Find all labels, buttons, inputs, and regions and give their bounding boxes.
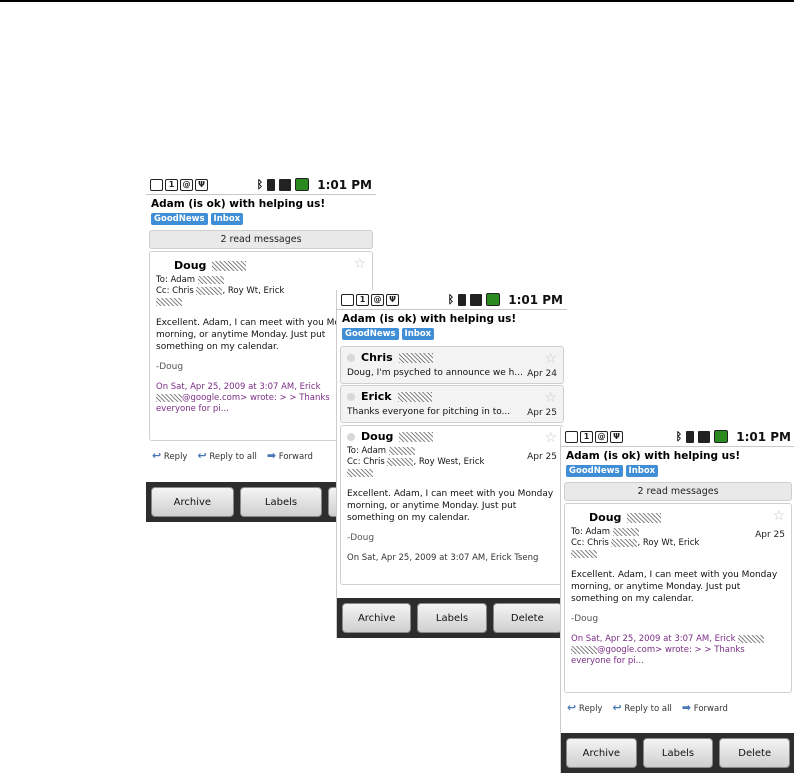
star-icon[interactable]: ☆ [544,390,557,406]
collapsed-message-chris[interactable]: Chris ☆ Doug, I'm psyched to announce we… [340,346,564,384]
voicemail-icon: @ [371,293,384,306]
archive-button[interactable]: Archive [342,603,412,633]
message-body: Excellent. Adam, I can meet with you Mon… [571,570,778,604]
vibrate-icon [267,178,276,191]
signal-icon [279,178,292,191]
battery-icon [295,178,310,191]
quoted-text[interactable]: On Sat, Apr 25, 2009 at 3:07 AM, Erick @… [571,634,785,667]
label-goodnews[interactable]: GoodNews [151,213,208,225]
one-icon: 1 [165,178,178,191]
voicemail-icon: @ [180,178,193,191]
delete-button[interactable]: Delete [492,603,562,633]
reply-actions: ↩ Reply ↩ Reply to all ➡ Forward [561,693,794,718]
delete-button[interactable]: Delete [719,738,791,768]
message-body: Excellent. Adam, I can meet with you Mon… [347,489,554,523]
forward-icon: ➡ [266,449,277,462]
label-inbox[interactable]: Inbox [401,328,435,340]
label-inbox[interactable]: Inbox [625,465,659,477]
thread-labels: GoodNews Inbox [146,210,376,230]
status-bar: 1 @ Ψ ᛒ 1:01 PM [337,290,567,310]
clock: 1:01 PM [317,177,372,192]
message-card[interactable]: Doug ☆ Apr 25 To: Adam Cc: Chris , Roy W… [564,503,792,693]
message-date: Apr 25 [527,452,557,462]
read-messages-button[interactable]: 2 read messages [564,482,792,501]
label-goodnews[interactable]: GoodNews [342,328,399,340]
thread-subject: Adam (is ok) with helping us! [151,198,326,210]
star-icon[interactable]: ☆ [544,430,557,446]
forward-button[interactable]: ➡ Forward [682,701,728,714]
recipients: To: Adam Cc: Chris , Roy Wt, Erick [571,527,785,560]
voicemail-icon: @ [595,430,608,443]
sim-icon [341,293,354,306]
reply-button[interactable]: ↩ Reply [152,449,187,462]
one-icon: 1 [580,430,593,443]
label-goodnews[interactable]: GoodNews [566,465,623,477]
thread-labels: GoodNews Inbox [337,325,567,345]
message-date: Apr 25 [755,530,785,540]
phone-screen-3: 1 @ Ψ ᛒ 1:01 PM Adam (is ok) with helpin… [560,427,794,773]
recipients: To: Adam Cc: Chris , Roy West, Erick [347,446,557,479]
labels-button[interactable]: Labels [239,487,323,517]
collapsed-message-erick[interactable]: Erick ☆ Thanks everyone for pitching in … [340,385,564,423]
status-bar: 1 @ Ψ ᛒ 1:01 PM [146,175,376,195]
clock: 1:01 PM [736,429,791,444]
usb-icon: Ψ [386,293,399,306]
reply-icon: ↩ [567,701,577,714]
bottom-button-bar: Archive Labels Delete [337,598,567,638]
signature: -Doug [156,362,184,372]
thread-subject: Adam (is ok) with helping us! [342,313,517,325]
one-icon: 1 [356,293,369,306]
recipients: To: Adam Cc: Chris , Roy Wt, Erick [156,275,366,308]
thread-labels: GoodNews Inbox [561,462,794,482]
labels-button[interactable]: Labels [417,603,487,633]
quoted-text-partial[interactable]: On Sat, Apr 25, 2009 at 3:07 AM, Erick T… [347,553,557,564]
label-inbox[interactable]: Inbox [210,213,244,225]
bluetooth-icon: ᛒ [675,430,683,443]
star-icon[interactable]: ☆ [772,508,785,524]
forward-icon: ➡ [681,701,692,714]
signal-icon [470,293,483,306]
battery-icon [714,430,729,443]
star-icon[interactable]: ☆ [353,256,366,272]
unread-dot-icon [347,353,355,362]
unread-dot-icon [347,392,355,401]
reply-button[interactable]: ↩ Reply [567,701,602,714]
read-messages-button[interactable]: 2 read messages [149,230,373,249]
forward-button[interactable]: ➡ Forward [267,449,313,462]
thread-subject: Adam (is ok) with helping us! [566,450,741,462]
usb-icon: Ψ [195,178,208,191]
sim-icon [565,430,578,443]
reply-all-button[interactable]: ↩ Reply to all [197,449,256,462]
bottom-button-bar: Archive Labels Delete [561,733,794,773]
clock: 1:01 PM [508,292,563,307]
message-body: Excellent. Adam, I can meet with you Mon… [156,318,363,352]
vibrate-icon [686,430,695,443]
star-icon[interactable]: ☆ [544,351,557,367]
bluetooth-icon: ᛒ [447,293,455,306]
vibrate-icon [458,293,467,306]
unread-dot-icon [347,432,355,441]
signal-icon [698,430,711,443]
quoted-text[interactable]: On Sat, Apr 25, 2009 at 3:07 AM, Erick @… [156,382,366,415]
signature: -Doug [347,533,375,543]
reply-all-icon: ↩ [197,449,207,462]
phone-screen-2: 1 @ Ψ ᛒ 1:01 PM Adam (is ok) with helpin… [336,290,567,638]
battery-icon [486,293,501,306]
message-card[interactable]: Doug ☆ Apr 25 To: Adam Cc: Chris , Roy W… [340,425,564,585]
top-rule [0,0,794,2]
reply-icon: ↩ [152,449,162,462]
redacted-name [212,260,247,271]
labels-button[interactable]: Labels [642,738,714,768]
archive-button[interactable]: Archive [566,738,637,768]
signature: -Doug [571,614,599,624]
sim-icon [150,178,163,191]
reply-all-button[interactable]: ↩ Reply to all [612,701,671,714]
sender-name: Doug [174,259,207,272]
status-bar: 1 @ Ψ ᛒ 1:01 PM [561,427,794,447]
usb-icon: Ψ [610,430,623,443]
reply-all-icon: ↩ [612,701,622,714]
archive-button[interactable]: Archive [151,487,234,517]
bluetooth-icon: ᛒ [256,178,264,191]
